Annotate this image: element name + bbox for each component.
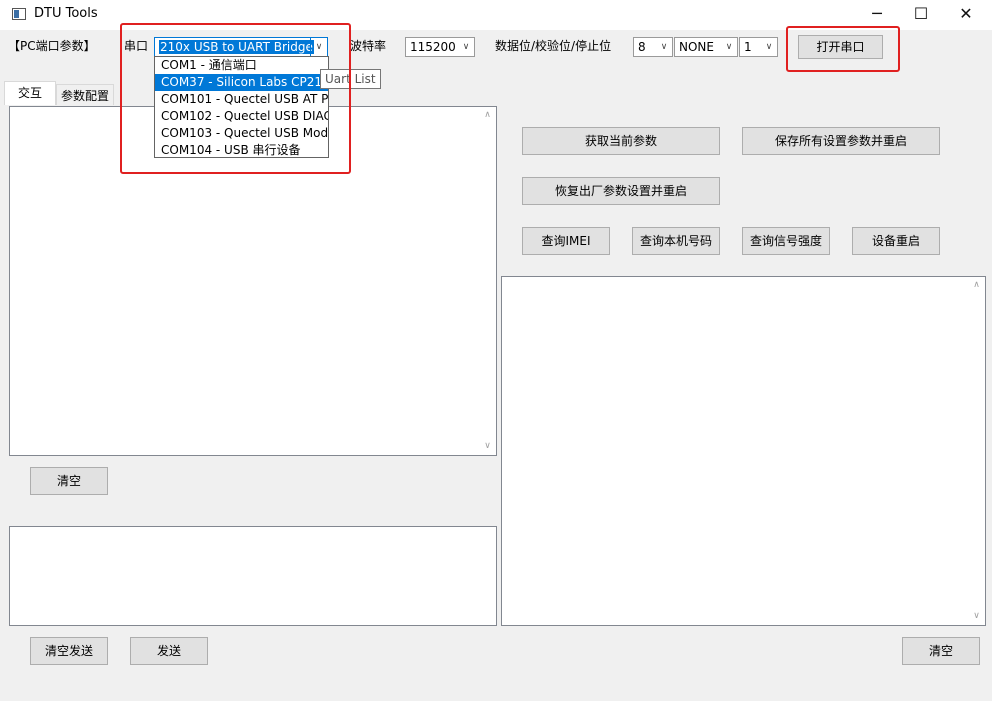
pc-port-params-label: 【PC端口参数】 — [8, 39, 96, 53]
data-bits-combobox[interactable]: 8 ∨ — [633, 37, 673, 57]
clear-output-button[interactable]: 清空 — [902, 637, 980, 665]
baud-rate-combobox[interactable]: 115200 ∨ — [405, 37, 475, 57]
chevron-down-icon[interactable]: ∨ — [761, 38, 777, 56]
device-restart-button[interactable]: 设备重启 — [852, 227, 940, 255]
query-signal-button[interactable]: 查询信号强度 — [742, 227, 830, 255]
command-output-textarea[interactable]: ∧ ∨ — [501, 276, 986, 626]
scroll-down-icon[interactable]: ∨ — [479, 438, 496, 455]
scroll-down-icon[interactable]: ∨ — [968, 608, 985, 625]
data-bits-value: 8 — [638, 40, 646, 54]
parity-value: NONE — [679, 40, 714, 54]
query-number-button[interactable]: 查询本机号码 — [632, 227, 720, 255]
save-restart-button[interactable]: 保存所有设置参数并重启 — [742, 127, 940, 155]
clear-send-button[interactable]: 清空发送 — [30, 637, 108, 665]
baud-rate-label: 波特率 — [350, 39, 387, 53]
get-params-button[interactable]: 获取当前参数 — [522, 127, 720, 155]
stop-bits-value: 1 — [744, 40, 752, 54]
chevron-down-icon[interactable]: ∨ — [721, 38, 737, 56]
data-parity-stop-label: 数据位/校验位/停止位 — [495, 39, 612, 53]
scroll-up-icon[interactable]: ∧ — [968, 277, 985, 294]
tab-param-config[interactable]: 参数配置 — [56, 84, 114, 106]
annotation-highlight-open-port — [786, 26, 900, 72]
window-title: DTU Tools — [34, 6, 98, 21]
stop-bits-combobox[interactable]: 1 ∨ — [739, 37, 778, 57]
maximize-button[interactable]: ☐ — [898, 0, 944, 30]
app-icon — [12, 8, 26, 20]
annotation-highlight-serial — [120, 23, 351, 174]
send-textarea[interactable] — [9, 526, 497, 626]
send-button[interactable]: 发送 — [130, 637, 208, 665]
output-scrollbar[interactable]: ∧ ∨ — [968, 277, 985, 625]
scroll-up-icon[interactable]: ∧ — [479, 107, 496, 124]
query-imei-button[interactable]: 查询IMEI — [522, 227, 610, 255]
tab-interaction[interactable]: 交互 — [4, 81, 56, 106]
baud-rate-value: 115200 — [410, 40, 456, 54]
parity-combobox[interactable]: NONE ∨ — [674, 37, 738, 57]
receive-scrollbar[interactable]: ∧ ∨ — [479, 107, 496, 455]
chevron-down-icon[interactable]: ∨ — [656, 38, 672, 56]
factory-reset-button[interactable]: 恢复出厂参数设置并重启 — [522, 177, 720, 205]
clear-receive-button[interactable]: 清空 — [30, 467, 108, 495]
chevron-down-icon[interactable]: ∨ — [458, 38, 474, 56]
close-button[interactable]: ✕ — [943, 0, 989, 30]
